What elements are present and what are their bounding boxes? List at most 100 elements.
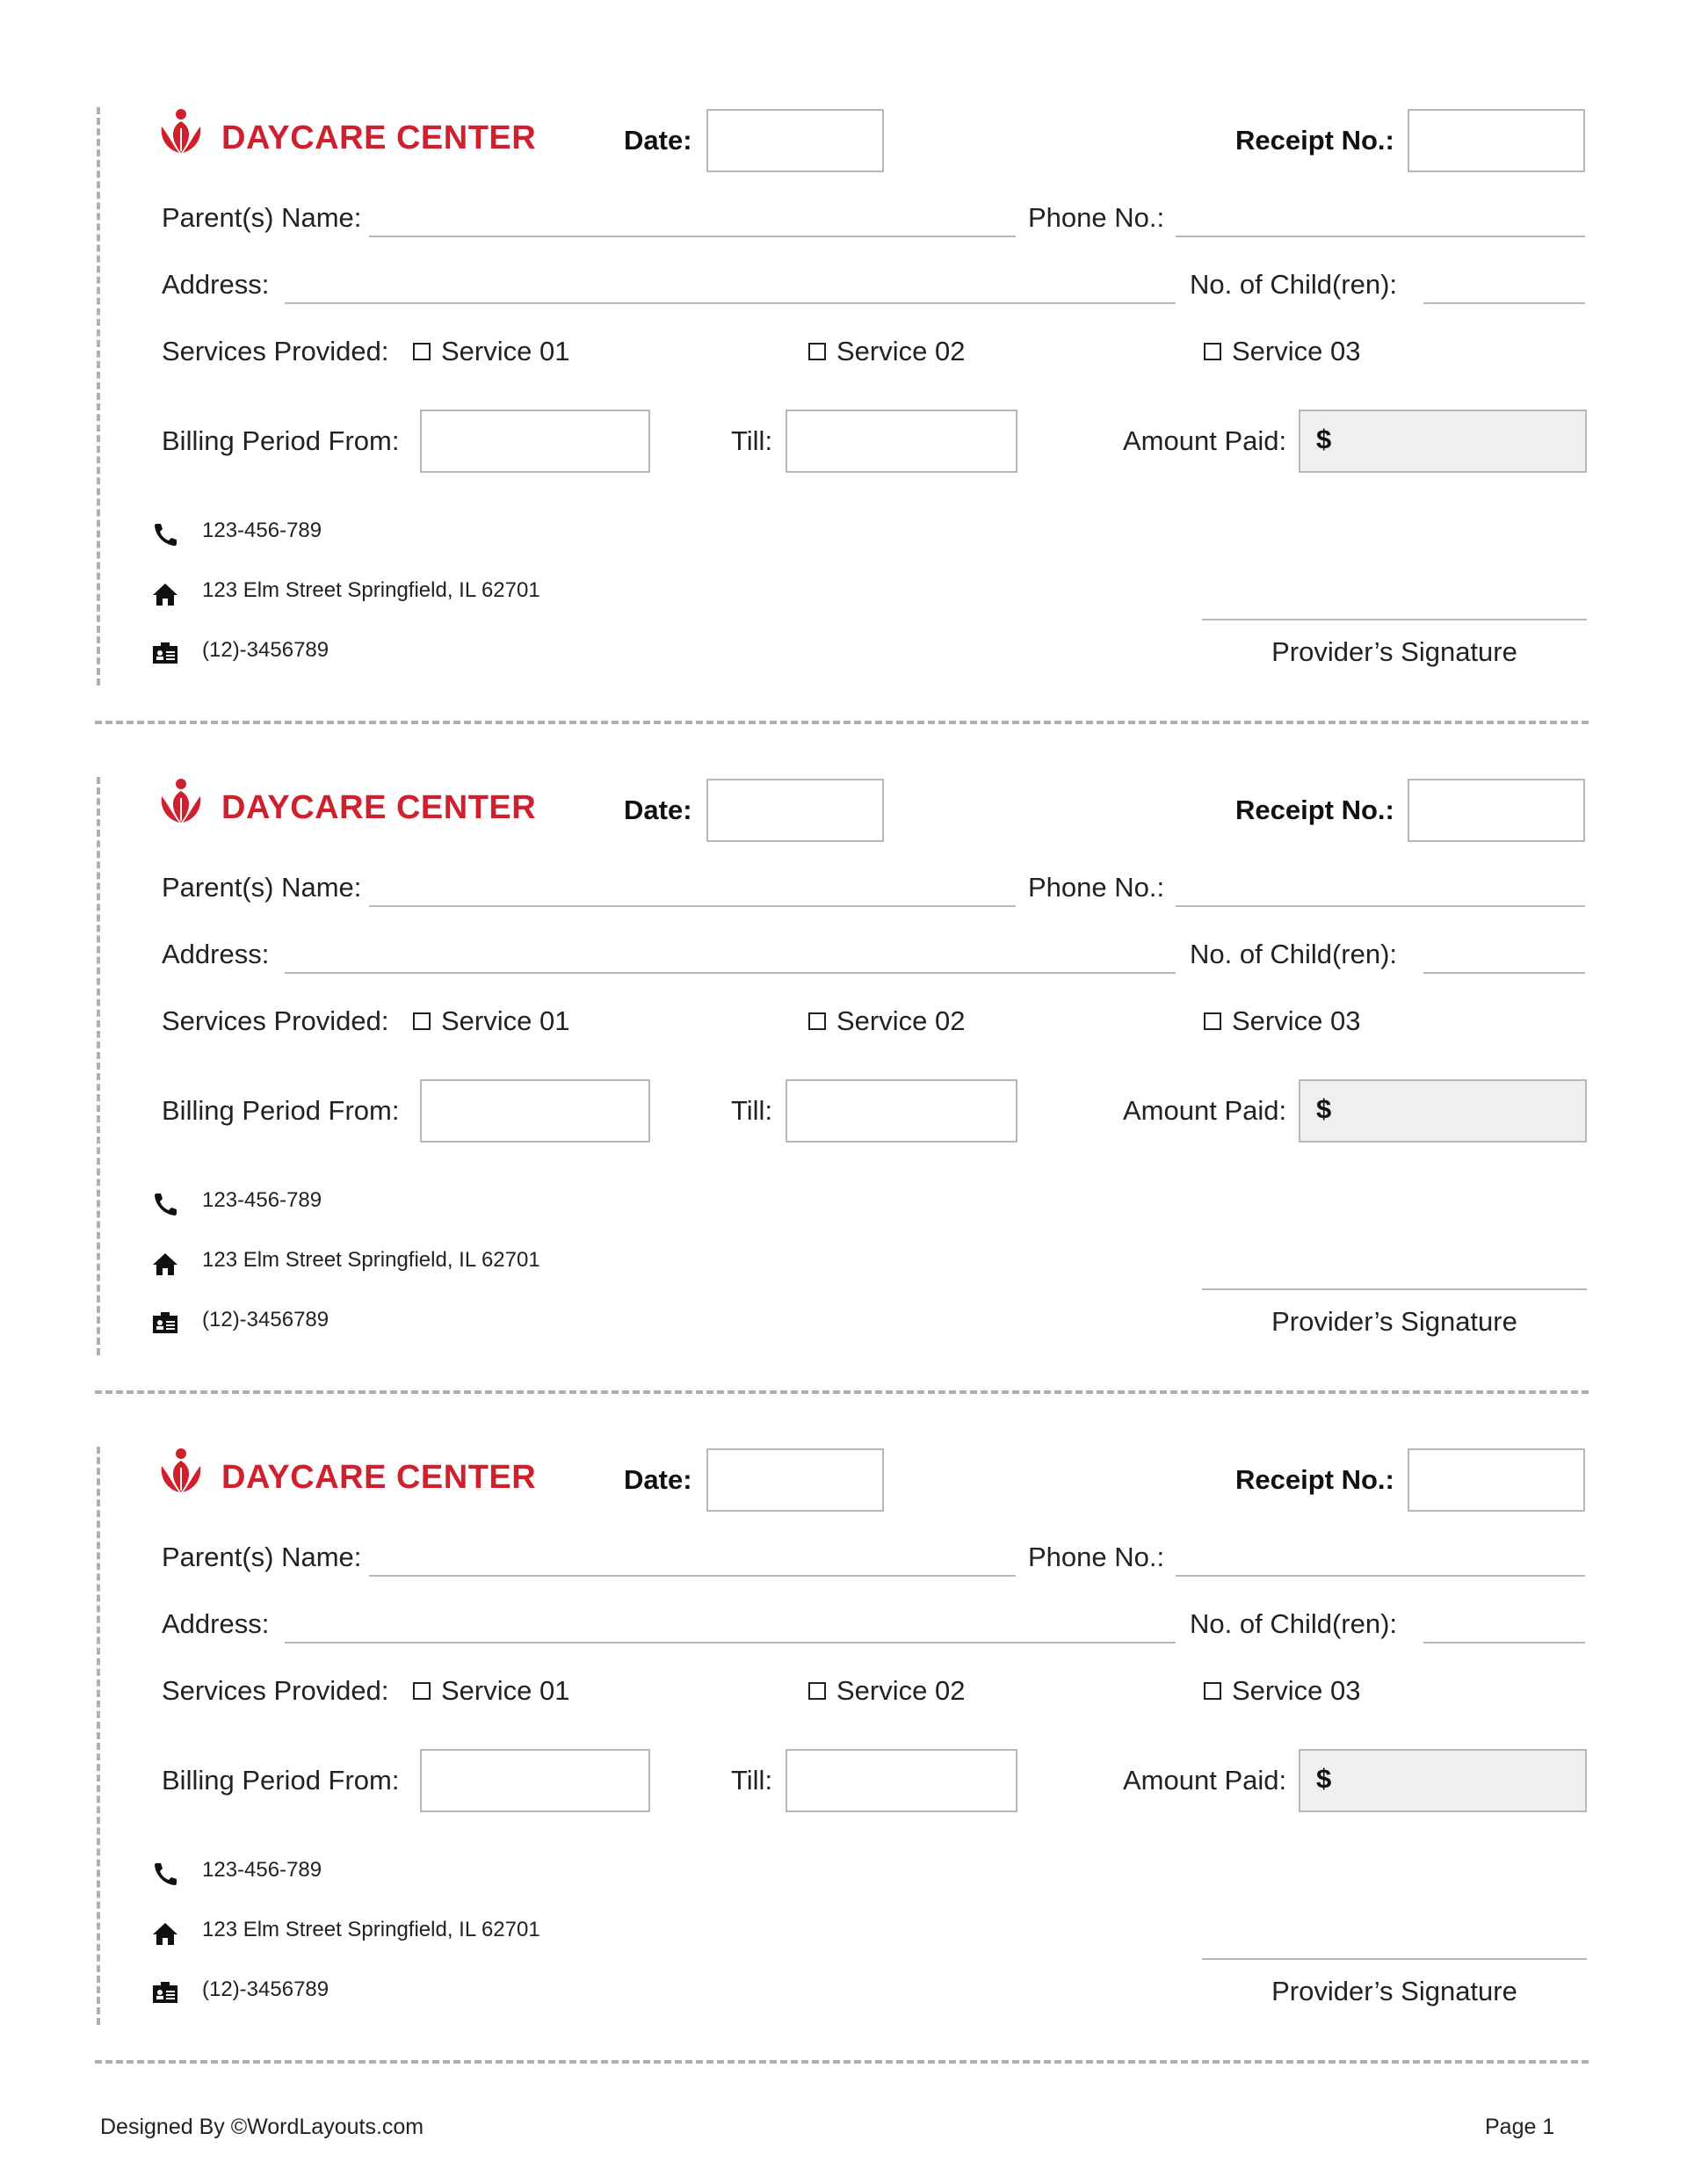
receipt-3: DAYCARE CENTER Date: Receipt No.: Parent… — [0, 1447, 1687, 2116]
address-label: Address: — [162, 1608, 270, 1639]
date-field[interactable] — [706, 109, 884, 172]
receipt-2: DAYCARE CENTER Date: Receipt No.: Parent… — [0, 777, 1687, 1447]
contact-address: 123 Elm Street Springfield, IL 62701 — [202, 1248, 540, 1272]
currency-symbol: $ — [1316, 424, 1332, 454]
date-label: Date: — [624, 795, 692, 825]
contact-address: 123 Elm Street Springfield, IL 62701 — [202, 578, 540, 602]
service-03-label: Service 03 — [1232, 1005, 1361, 1036]
service-01-checkbox[interactable] — [413, 1682, 431, 1700]
phone-no-field[interactable] — [1176, 868, 1585, 907]
brand-name: DAYCARE CENTER — [221, 120, 537, 156]
services-provided-label: Services Provided: — [162, 1005, 389, 1036]
parents-name-field[interactable] — [369, 1538, 1016, 1577]
signature-line[interactable] — [1202, 1958, 1587, 1960]
address-label: Address: — [162, 269, 270, 300]
till-label: Till: — [731, 1095, 773, 1126]
cut-line-vertical — [97, 777, 100, 1355]
till-field[interactable] — [786, 410, 1017, 473]
service-02-checkbox[interactable] — [808, 1012, 826, 1030]
page-number: Page 1 — [1485, 2115, 1555, 2139]
parents-name-field[interactable] — [369, 199, 1016, 237]
amount-paid-label: Amount Paid: — [1123, 425, 1287, 456]
service-02-label: Service 02 — [836, 336, 966, 366]
home-icon — [153, 1253, 177, 1275]
service-01-checkbox[interactable] — [413, 343, 431, 360]
cut-line-horizontal — [95, 1390, 1589, 1394]
billing-from-field[interactable] — [420, 410, 650, 473]
signature-line[interactable] — [1202, 1288, 1587, 1290]
billing-from-field[interactable] — [420, 1079, 650, 1143]
service-01-checkbox[interactable] — [413, 1012, 431, 1030]
phone-icon — [155, 524, 177, 546]
phone-icon — [155, 1194, 177, 1215]
service-02-checkbox[interactable] — [808, 343, 826, 360]
no-children-label: No. of Child(ren): — [1190, 1608, 1398, 1639]
service-03-label: Service 03 — [1232, 336, 1361, 366]
receipt-no-field[interactable] — [1408, 109, 1585, 172]
contact-card-icon — [153, 642, 177, 664]
service-03-checkbox[interactable] — [1204, 343, 1221, 360]
till-field[interactable] — [786, 1749, 1017, 1812]
phone-no-field[interactable] — [1176, 1538, 1585, 1577]
contact-phone: 123-456-789 — [202, 519, 322, 542]
service-01-label: Service 01 — [441, 336, 570, 366]
parents-name-label: Parent(s) Name: — [162, 1542, 362, 1572]
billing-from-label: Billing Period From: — [162, 1765, 400, 1796]
till-field[interactable] — [786, 1079, 1017, 1143]
phone-no-field[interactable] — [1176, 199, 1585, 237]
footer-credit: Designed By ©WordLayouts.com — [100, 2115, 424, 2139]
cut-line-vertical — [97, 1447, 100, 2025]
home-icon — [153, 1923, 177, 1945]
phone-no-label: Phone No.: — [1028, 202, 1165, 233]
address-field[interactable] — [285, 265, 1176, 304]
service-03-checkbox[interactable] — [1204, 1682, 1221, 1700]
currency-symbol: $ — [1316, 1093, 1332, 1124]
contact-fax: (12)-3456789 — [202, 1977, 329, 2001]
no-children-field[interactable] — [1423, 935, 1585, 974]
contact-fax: (12)-3456789 — [202, 1308, 329, 1331]
brand-name: DAYCARE CENTER — [221, 789, 537, 826]
parents-name-field[interactable] — [369, 868, 1016, 907]
billing-from-label: Billing Period From: — [162, 1095, 400, 1126]
receipt-no-label: Receipt No.: — [1235, 125, 1394, 156]
contact-address: 123 Elm Street Springfield, IL 62701 — [202, 1918, 540, 1941]
service-02-label: Service 02 — [836, 1675, 966, 1706]
billing-from-field[interactable] — [420, 1749, 650, 1812]
no-children-label: No. of Child(ren): — [1190, 939, 1398, 969]
flower-people-logo-icon — [161, 109, 201, 153]
services-provided-label: Services Provided: — [162, 336, 389, 366]
flower-people-logo-icon — [161, 1448, 201, 1492]
date-label: Date: — [624, 1464, 692, 1495]
amount-paid-label: Amount Paid: — [1123, 1765, 1287, 1796]
date-field[interactable] — [706, 779, 884, 842]
flower-people-logo-icon — [161, 779, 201, 823]
service-02-checkbox[interactable] — [808, 1682, 826, 1700]
amount-paid-label: Amount Paid: — [1123, 1095, 1287, 1126]
phone-no-label: Phone No.: — [1028, 872, 1165, 903]
contact-phone: 123-456-789 — [202, 1858, 322, 1882]
receipt-1: DAYCARE CENTER Date: Receipt No.: Parent… — [0, 107, 1687, 777]
amount-paid-field[interactable]: $ — [1299, 410, 1587, 473]
address-field[interactable] — [285, 1605, 1176, 1643]
service-03-checkbox[interactable] — [1204, 1012, 1221, 1030]
home-icon — [153, 584, 177, 606]
receipt-no-field[interactable] — [1408, 779, 1585, 842]
cut-line-horizontal — [95, 2060, 1589, 2064]
cut-line-vertical — [97, 107, 100, 686]
contact-phone: 123-456-789 — [202, 1188, 322, 1212]
service-02-label: Service 02 — [836, 1005, 966, 1036]
date-field[interactable] — [706, 1448, 884, 1512]
no-children-field[interactable] — [1423, 1605, 1585, 1643]
amount-paid-field[interactable]: $ — [1299, 1079, 1587, 1143]
billing-from-label: Billing Period From: — [162, 425, 400, 456]
parents-name-label: Parent(s) Name: — [162, 872, 362, 903]
till-label: Till: — [731, 425, 773, 456]
signature-label: Provider’s Signature — [1271, 636, 1517, 667]
signature-line[interactable] — [1202, 619, 1587, 620]
receipt-no-field[interactable] — [1408, 1448, 1585, 1512]
amount-paid-field[interactable]: $ — [1299, 1749, 1587, 1812]
contact-fax: (12)-3456789 — [202, 638, 329, 662]
address-field[interactable] — [285, 935, 1176, 974]
services-provided-label: Services Provided: — [162, 1675, 389, 1706]
no-children-field[interactable] — [1423, 265, 1585, 304]
